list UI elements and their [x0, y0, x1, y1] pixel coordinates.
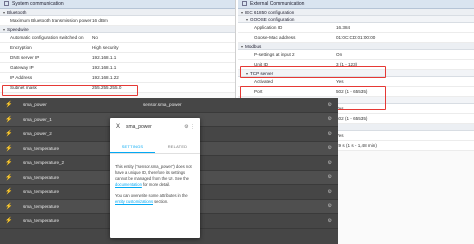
bolt-icon: ⚡	[5, 160, 13, 167]
body-text: This entity ("sensor.sma_power") does no…	[115, 164, 192, 181]
speedwire-param-label: DNS server IP	[10, 55, 40, 60]
panel-icon	[4, 1, 9, 7]
dialog-tabs: SETTINGS RELATED	[110, 140, 200, 154]
section-iec[interactable]: ▾ IEC 61850 configuration	[238, 9, 474, 16]
body-text: for more detail.	[141, 182, 171, 187]
goose-param-label: Application ID	[254, 25, 283, 30]
speedwire-param-value[interactable]: No	[92, 33, 235, 42]
left-titlebar: System communication	[0, 0, 235, 9]
ip-address-highlight	[2, 85, 138, 96]
bluetooth-param-label: Maximum Bluetooth transmission power	[10, 18, 92, 23]
goose-param-row: Goose-Mac address 01:0C:CD:01:00:00	[238, 33, 474, 43]
more-vert-icon[interactable]: ⋮	[190, 124, 195, 130]
section-speedwire-label: Speedwire	[7, 27, 29, 32]
settings-gear-icon[interactable]: ⚙	[328, 116, 332, 122]
speedwire-param-label: Encryption	[10, 45, 32, 50]
goose-param-row: Application ID 16.384	[238, 23, 474, 33]
tab-related[interactable]: RELATED	[155, 140, 200, 153]
bolt-icon: ⚡	[5, 131, 13, 138]
left-panel-title: System communication	[12, 1, 64, 7]
speedwire-param-row: Encryption High security	[0, 43, 235, 53]
section-iec-label: IEC 61850 configuration	[245, 10, 295, 15]
bolt-icon: ⚡	[5, 145, 13, 152]
settings-gear-icon[interactable]: ⚙	[328, 189, 332, 195]
entity-customizations-link[interactable]: entity customizations	[115, 199, 153, 204]
entity-id: sma_temperature	[23, 189, 60, 195]
dialog-paragraph-customize: You can overwrite some attributes in the…	[115, 193, 195, 205]
goose-param-label: Goose-Mac address	[254, 35, 296, 40]
bluetooth-param-row: Maximum Bluetooth transmission power 16 d…	[0, 16, 235, 26]
udp-param-value[interactable]: 502 (1 - 65535)	[336, 114, 474, 123]
unit-id-highlight	[240, 66, 386, 78]
bolt-icon: ⚡	[5, 116, 13, 123]
section-modbus-label: Modbus	[245, 44, 262, 49]
speedwire-param-value[interactable]: 192.168.1.22	[92, 73, 235, 82]
dialog-body: This entity ("sensor.sma_power") does no…	[110, 154, 200, 205]
dialog-actions: ⚙ ⋮	[184, 124, 195, 130]
bolt-icon: ⚡	[5, 189, 13, 196]
bolt-icon: ⚡	[5, 203, 13, 210]
body-text: section.	[153, 199, 169, 204]
speedwire-param-label: Automatic configuration switched on	[10, 35, 84, 40]
speedwire-param-row: Gateway IP 192.168.1.1	[0, 63, 235, 73]
documentation-link[interactable]: documentation	[115, 182, 142, 187]
entity-id: sma_temperature	[23, 145, 60, 151]
tcp-param-label: Activated	[254, 79, 273, 84]
speedwire-param-row: Automatic configuration switched on No	[0, 33, 235, 43]
bolt-icon: ⚡	[5, 174, 13, 181]
speedwire-param-value[interactable]: High security	[92, 43, 235, 52]
tab-settings[interactable]: SETTINGS	[110, 140, 155, 153]
close-icon[interactable]: X	[116, 124, 126, 130]
right-panel-title: External Communication	[250, 1, 305, 7]
bluetooth-param-value[interactable]: 16 dBm	[92, 16, 235, 25]
goose-param-value[interactable]: 16.384	[336, 23, 474, 32]
bolt-icon: ⚡	[5, 218, 13, 225]
entity-id: sma_power_2	[23, 131, 52, 137]
settings-gear-icon[interactable]: ⚙	[328, 131, 332, 137]
settings-gear-icon[interactable]: ⚙	[328, 203, 332, 209]
speedwire-param-label: Gateway IP	[10, 65, 34, 70]
settings-gear-icon[interactable]: ⚙	[328, 218, 332, 224]
goose-param-value[interactable]: 01:0C:CD:01:00:00	[336, 33, 474, 42]
settings-gear-icon[interactable]: ⚙	[328, 102, 332, 108]
webconnect-param-value[interactable]: 29 s (1 s - 1,48 min)	[336, 141, 474, 150]
dialog-title: sma_power	[126, 124, 152, 130]
entity-id: sma_temperature_2	[23, 160, 65, 166]
section-goose[interactable]: ▾ GOOSE configuration	[238, 16, 474, 23]
panel-icon	[242, 1, 247, 7]
entity-id: sma_power	[23, 102, 47, 108]
section-modbus[interactable]: ▾ Modbus	[238, 43, 474, 50]
bolt-icon: ⚡	[5, 102, 13, 109]
entity-name: sensor.sma_power	[143, 102, 182, 108]
right-titlebar: External Communication	[238, 0, 474, 9]
webconnect-param-value[interactable]: Yes	[336, 131, 474, 140]
settings-gear-icon[interactable]: ⚙	[328, 160, 332, 166]
settings-gear-icon[interactable]: ⚙	[328, 145, 332, 151]
speedwire-param-label: IP Address	[10, 75, 33, 80]
settings-gear-icon[interactable]: ⚙	[184, 124, 188, 130]
dialog-header: X sma_power ⚙ ⋮	[110, 118, 200, 136]
settings-gear-icon[interactable]: ⚙	[328, 174, 332, 180]
speedwire-param-row: IP Address 192.168.1.22	[0, 73, 235, 83]
modbus-param-label: P-settings at input 2	[254, 52, 295, 57]
entity-id: sma_temperature	[23, 218, 60, 224]
section-goose-label: GOOSE configuration	[250, 17, 295, 22]
body-text: You can overwrite some attributes in the	[115, 193, 188, 198]
modbus-param-row: P-settings at input 2 On	[238, 50, 474, 60]
entity-id: sma_temperature	[23, 203, 60, 209]
tcp-param-value[interactable]: Yes	[336, 77, 474, 86]
speedwire-param-value[interactable]: 192.168.1.1	[92, 53, 235, 62]
speedwire-param-row: DNS server IP 192.168.1.1	[0, 53, 235, 63]
entity-id: sma_temperature	[23, 174, 60, 180]
entity-id: sma_power_1	[23, 116, 52, 122]
dialog-paragraph-unique-id: This entity ("sensor.sma_power") does no…	[115, 164, 195, 188]
section-bluetooth[interactable]: ▾ Bluetooth	[0, 9, 235, 16]
speedwire-param-value[interactable]: 192.168.1.1	[92, 63, 235, 72]
modbus-param-value[interactable]: On	[336, 50, 474, 59]
section-speedwire[interactable]: ▾ Speedwire	[0, 26, 235, 33]
section-bluetooth-label: Bluetooth	[7, 10, 27, 15]
entity-dialog: X sma_power ⚙ ⋮ SETTINGS RELATED This en…	[110, 118, 200, 238]
entity-row[interactable]: ⚡ sma_power sensor.sma_power ⚙	[0, 98, 338, 113]
